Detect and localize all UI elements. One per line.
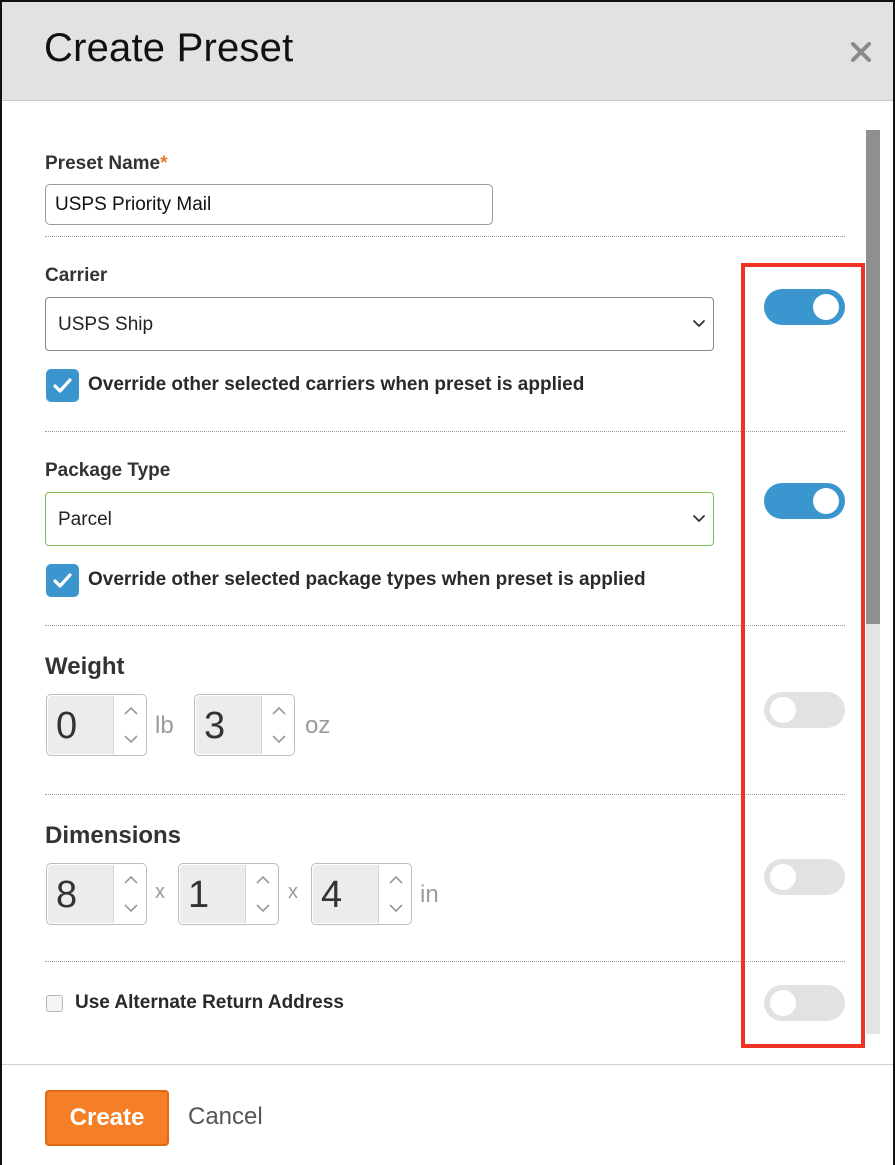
weight-oz-field[interactable]: 3 xyxy=(196,696,262,754)
package-type-select-value: Parcel xyxy=(58,509,112,530)
toggle-column-highlight xyxy=(741,263,865,1048)
chevron-down-icon xyxy=(693,515,705,522)
carrier-select-value: USPS Ship xyxy=(58,314,154,335)
increment-icon[interactable] xyxy=(117,698,145,725)
dimension-length-field[interactable]: 8 xyxy=(48,865,114,923)
dimension-height-field[interactable]: 4 xyxy=(313,865,379,923)
weight-lb-field[interactable]: 0 xyxy=(48,696,114,754)
increment-icon[interactable] xyxy=(265,698,293,725)
divider xyxy=(45,961,845,962)
weight-oz-unit: oz xyxy=(305,712,331,739)
dimensions-label: Dimensions xyxy=(45,822,182,849)
preset-name-label-text: Preset Name xyxy=(45,153,161,174)
weight-label: Weight xyxy=(45,653,125,680)
package-type-select[interactable]: Parcel xyxy=(45,492,714,546)
preset-name-input[interactable] xyxy=(45,184,493,225)
package-type-label: Package Type xyxy=(45,460,171,481)
dialog-header: Create Preset xyxy=(2,2,893,101)
scrollbar-thumb[interactable] xyxy=(866,130,880,624)
dimension-width-stepper[interactable]: 1 xyxy=(178,863,279,925)
chevron-down-icon xyxy=(693,320,705,327)
dialog-title: Create Preset xyxy=(44,26,294,70)
increment-icon[interactable] xyxy=(249,867,277,894)
preset-name-label: Preset Name* xyxy=(45,153,168,175)
dimension-width-value: 1 xyxy=(188,874,210,916)
checkmark-icon xyxy=(53,573,72,588)
override-package-types-label: Override other selected package types wh… xyxy=(88,569,646,590)
override-package-types-checkbox[interactable] xyxy=(46,564,79,597)
dimensions-unit: in xyxy=(420,881,439,908)
cancel-button[interactable]: Cancel xyxy=(188,1103,263,1131)
decrement-icon[interactable] xyxy=(249,895,277,922)
weight-lb-value: 0 xyxy=(56,705,78,747)
weight-lb-unit: lb xyxy=(155,712,174,739)
decrement-icon[interactable] xyxy=(265,726,293,753)
weight-oz-value: 3 xyxy=(204,705,226,747)
dialog-footer: Create Cancel xyxy=(2,1064,893,1165)
override-carriers-checkbox[interactable] xyxy=(46,369,79,402)
decrement-icon[interactable] xyxy=(117,895,145,922)
increment-icon[interactable] xyxy=(117,867,145,894)
carrier-select[interactable]: USPS Ship xyxy=(45,297,714,351)
decrement-icon[interactable] xyxy=(117,726,145,753)
divider xyxy=(45,236,845,237)
override-carriers-label: Override other selected carriers when pr… xyxy=(88,374,585,395)
carrier-label: Carrier xyxy=(45,265,108,286)
dimension-length-value: 8 xyxy=(56,874,78,916)
dimension-length-stepper[interactable]: 8 xyxy=(46,863,147,925)
create-button[interactable]: Create xyxy=(45,1090,169,1146)
weight-oz-stepper[interactable]: 3 xyxy=(194,694,295,756)
increment-icon[interactable] xyxy=(382,867,410,894)
alternate-return-address-label: Use Alternate Return Address xyxy=(75,992,344,1013)
dimension-separator: x xyxy=(288,881,298,903)
alternate-return-address-checkbox[interactable] xyxy=(46,995,63,1012)
close-icon[interactable] xyxy=(849,40,873,64)
required-marker: * xyxy=(160,153,168,174)
checkmark-icon xyxy=(53,378,72,393)
dimension-height-value: 4 xyxy=(321,874,343,916)
divider xyxy=(45,794,845,795)
dimension-width-field[interactable]: 1 xyxy=(180,865,246,923)
decrement-icon[interactable] xyxy=(382,895,410,922)
divider xyxy=(45,625,845,626)
dimension-separator: x xyxy=(155,881,165,903)
create-preset-dialog: Create Preset Preset Name* Carrier USPS … xyxy=(0,0,895,1165)
dimension-height-stepper[interactable]: 4 xyxy=(311,863,412,925)
divider xyxy=(45,431,845,432)
weight-lb-stepper[interactable]: 0 xyxy=(46,694,147,756)
